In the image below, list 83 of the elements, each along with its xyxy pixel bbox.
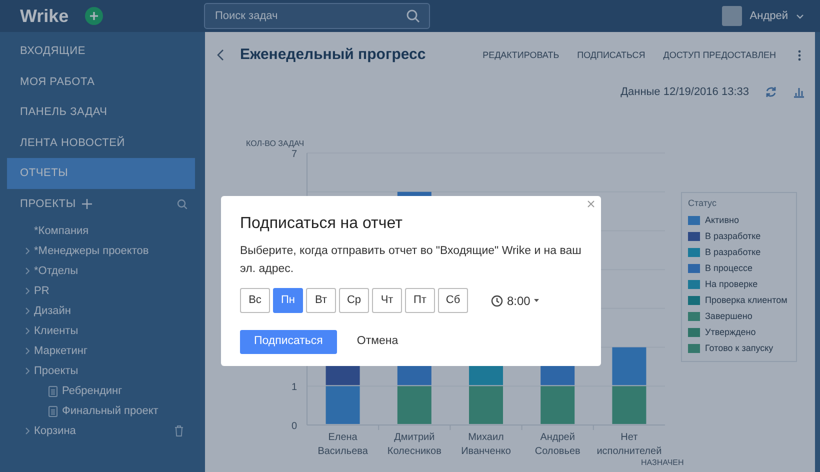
caret-icon[interactable] <box>796 12 804 20</box>
tree-item[interactable]: PR <box>34 282 50 300</box>
tree-item[interactable]: *Менеджеры проектов <box>34 242 149 260</box>
chevron-icon[interactable] <box>24 287 30 295</box>
chevron-icon[interactable] <box>24 267 30 275</box>
legend-label: На проверке <box>705 278 758 291</box>
category-label: Михаил Иванченко <box>461 432 511 457</box>
chevron-icon[interactable] <box>24 427 30 435</box>
plus-icon <box>88 11 99 21</box>
legend-label: Готово к запуску <box>705 342 774 355</box>
clock-icon <box>491 294 503 306</box>
day-toggle[interactable]: Чт <box>372 288 402 313</box>
chevron-icon[interactable] <box>24 327 30 335</box>
day-toggle[interactable]: Вс <box>240 288 270 313</box>
cancel-button[interactable]: Отмена <box>336 333 418 351</box>
legend-label: Завершено <box>705 310 752 323</box>
sidebar-item[interactable]: ЛЕНТА НОВОСТЕЙ <box>7 128 195 158</box>
dialog-text: Выберите, когда отправить отчет во "Входящие" Wrike и на ваш эл. адрес. <box>240 244 582 277</box>
document-icon <box>48 405 58 417</box>
plus-icon[interactable] <box>82 198 92 209</box>
category-label: Елена Васильева <box>318 432 368 457</box>
tree-item[interactable]: Дизайн <box>34 302 71 320</box>
legend-label: В разработке <box>705 246 761 259</box>
axis-title: КОЛ-ВО ЗАДАЧ <box>246 139 304 148</box>
tree-item[interactable]: Корзина <box>34 422 76 440</box>
tree-item[interactable]: Финальный проект <box>62 402 158 420</box>
close-icon <box>587 200 595 208</box>
time-select[interactable]: 8:00 <box>507 292 530 310</box>
refresh-icon[interactable] <box>765 86 777 98</box>
sidebar-item[interactable]: МОЯ РАБОТА <box>7 66 195 97</box>
tick-label: 7 <box>291 149 297 160</box>
caret-icon[interactable] <box>534 299 540 302</box>
search-icon[interactable] <box>406 9 420 23</box>
legend-title: Статус <box>688 197 718 210</box>
day-toggle[interactable]: Пн <box>273 288 303 313</box>
user-name[interactable]: Андрей <box>750 8 788 24</box>
legend-label: Проверка клиентом <box>705 294 788 307</box>
chevron-icon[interactable] <box>24 247 30 255</box>
action-link[interactable]: ПОДПИСАТЬСЯ <box>577 48 646 62</box>
action-link[interactable]: ДОСТУП ПРЕДОСТАВЛЕН <box>663 48 776 62</box>
chevron-icon[interactable] <box>24 347 30 355</box>
tick-label: 0 <box>291 421 297 432</box>
sidebar-item[interactable]: ПАНЕЛЬ ЗАДАЧ <box>7 97 195 128</box>
dialog-title: Подписаться на отчет <box>240 214 404 234</box>
category-label: Дмитрий Колесников <box>387 432 442 457</box>
tree-item[interactable]: Клиенты <box>34 322 78 340</box>
day-toggle[interactable]: Пт <box>405 288 435 313</box>
document-icon <box>48 385 58 397</box>
search-icon[interactable] <box>177 198 187 209</box>
tree-item[interactable]: Ребрендинг <box>62 382 122 400</box>
back-icon[interactable] <box>217 49 224 62</box>
bar-chart-icon[interactable] <box>793 86 805 98</box>
day-toggle[interactable]: Сб <box>438 288 468 313</box>
tick-label: 1 <box>291 382 297 394</box>
report-title: Еженедельный прогресс <box>240 45 426 65</box>
day-toggle[interactable]: Вт <box>306 288 336 313</box>
category-label: Андрей Соловьев <box>534 432 580 457</box>
action-link[interactable]: РЕДАКТИРОВАТЬ <box>482 48 560 62</box>
avatar[interactable] <box>722 6 742 26</box>
more-icon[interactable] <box>798 50 801 61</box>
legend-label: В процессе <box>705 262 752 275</box>
legend-label: Утверждено <box>705 326 756 339</box>
chevron-icon[interactable] <box>24 367 30 375</box>
section-label: ПРОЕКТЫ <box>20 196 76 212</box>
axis-title: НАЗНАЧЕН <box>641 458 684 467</box>
category-label: Нет исполнителей <box>596 432 662 457</box>
tree-item[interactable]: Маркетинг <box>34 342 88 360</box>
logo: Wrike <box>20 4 69 28</box>
subscribe-button[interactable]: Подписаться <box>240 330 337 354</box>
add-button[interactable] <box>84 7 103 25</box>
day-toggle[interactable]: Ср <box>339 288 369 313</box>
chevron-icon[interactable] <box>24 307 30 315</box>
sidebar-item[interactable]: ВХОДЯЩИЕ <box>7 36 195 66</box>
tree-item[interactable]: Проекты <box>34 362 78 380</box>
data-timestamp: Данные 12/19/2016 13:33 <box>620 84 749 100</box>
sidebar-item[interactable]: ОТЧЕТЫ <box>7 158 195 188</box>
close-button[interactable] <box>587 200 595 208</box>
legend-label: Активно <box>705 214 739 227</box>
search-field[interactable]: Поиск задач <box>204 3 430 29</box>
legend-label: В разработке <box>705 230 761 243</box>
tree-item[interactable]: *Отделы <box>34 262 78 280</box>
trash-icon[interactable] <box>174 425 184 437</box>
tree-item[interactable]: *Компания <box>34 222 89 240</box>
